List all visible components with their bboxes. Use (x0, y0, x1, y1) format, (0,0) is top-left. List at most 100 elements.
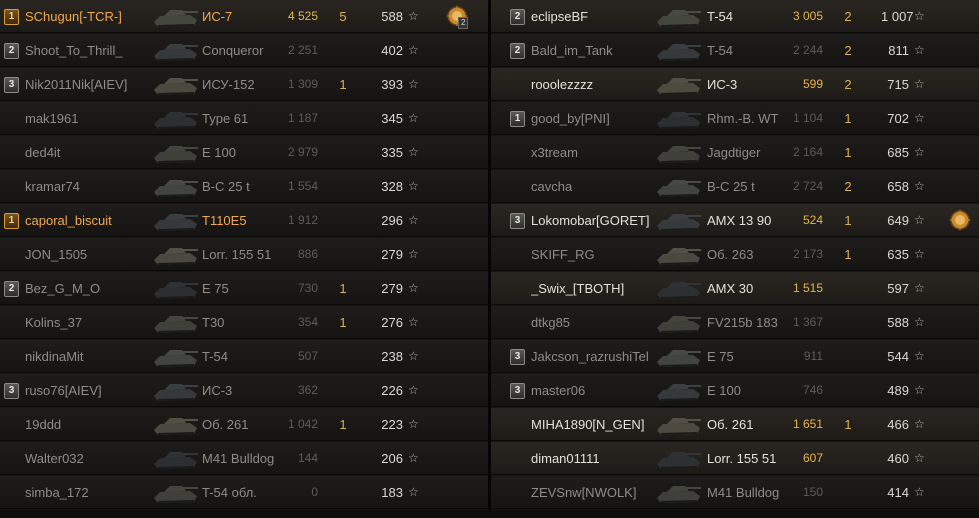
player-row[interactable]: 3 Nik2011Nik[AIEV] ИСУ-152 1 309 1 393 ☆ (0, 68, 488, 101)
damage-value: 1 104 (792, 111, 823, 125)
tank-silhouette-icon (150, 478, 200, 506)
tank-silhouette-icon (150, 172, 200, 200)
star-icon: ☆ (408, 383, 419, 397)
vehicle-name: E 75 (707, 349, 734, 364)
tank-silhouette-icon (150, 308, 200, 336)
damage-value: 2 979 (287, 145, 318, 159)
platoon-badge-icon: 3 (510, 383, 525, 399)
star-icon: ☆ (408, 43, 419, 57)
score-points: 345 (381, 111, 403, 126)
player-row[interactable]: SKIFF_RG Об. 263 2 173 1 635 ☆ (491, 238, 979, 271)
player-row[interactable]: ded4it E 100 2 979 335 ☆ (0, 136, 488, 169)
player-row[interactable]: 2 Shoot_To_Thrill_ Conqueror 2 251 402 ☆ (0, 34, 488, 67)
player-row[interactable]: 2 Bald_im_Tank T-54 2 244 2 811 ☆ (491, 34, 979, 67)
score-points: 206 (381, 451, 403, 466)
damage-value: 599 (802, 77, 823, 91)
player-row[interactable]: cavcha B-C 25 t2 724 2 658 ☆ (491, 170, 979, 203)
player-row[interactable]: 3 ruso76[AIEV] ИС-3 362 226 ☆ (0, 374, 488, 407)
player-row[interactable]: MIHA1890[N_GEN] Об. 261 1 651 1 466 ☆ (491, 408, 979, 441)
damage-value: 507 (297, 349, 318, 363)
vehicle-name: Type 61 (202, 111, 249, 126)
star-icon: ☆ (408, 281, 419, 295)
score-points: 811 (888, 43, 909, 58)
player-row[interactable]: simba_172 T-54 обл. 0 183 ☆ (0, 476, 488, 509)
left-team-panel: 1 SChugun[-TCR-] ИС-7 4 525 5 588 ☆ 2 2 Shoot_To_… (0, 0, 488, 510)
tank-silhouette-icon (653, 342, 703, 370)
star-icon: ☆ (914, 111, 925, 125)
kills-count: 2 (844, 179, 852, 194)
vehicle-name: Lorr. 155 51 (202, 247, 272, 262)
star-icon: ☆ (914, 247, 925, 261)
damage-value: 524 (802, 213, 823, 227)
score-points: 183 (381, 485, 403, 500)
score-points: 328 (381, 179, 403, 194)
kills-count: 1 (339, 417, 347, 432)
damage-value: 1 651 (792, 417, 823, 431)
player-row[interactable]: 2 eclipseBF T-54 3 005 2 1 007 ☆ (491, 0, 979, 33)
score-points: 393 (381, 77, 403, 92)
tank-silhouette-icon (150, 70, 200, 98)
player-row[interactable]: diman01111 Lorr. 155 51 607 460 ☆ (491, 442, 979, 475)
player-row[interactable]: 1 SChugun[-TCR-] ИС-7 4 525 5 588 ☆ 2 (0, 0, 488, 33)
star-icon: ☆ (408, 77, 419, 91)
player-row[interactable]: dtkg85 FV215b 183 1 367 588 ☆ (491, 306, 979, 339)
star-icon: ☆ (408, 349, 419, 363)
star-icon: ☆ (408, 179, 419, 193)
star-icon: ☆ (914, 145, 925, 159)
player-row[interactable]: nikdinaMit T-54 507 238 ☆ (0, 340, 488, 373)
player-row[interactable]: _Swix_[TBOTH] AMX 30 1 515 597 ☆ (491, 272, 979, 305)
platoon-badge-icon: 3 (510, 213, 525, 229)
player-row[interactable]: 1 good_by[PNI] Rhm.-B. WT 1 104 1 702 ☆ (491, 102, 979, 135)
player-row[interactable]: Kolins_37 T30 354 1 276 ☆ (0, 306, 488, 339)
star-icon: ☆ (914, 349, 925, 363)
player-row[interactable]: 1 caporal_biscuit T110E5 1 912 296 ☆ (0, 204, 488, 237)
kills-count: 1 (844, 145, 852, 160)
platoon-badge-icon: 2 (510, 9, 525, 25)
player-row[interactable]: mak1961 Type 61 1 187 345 ☆ (0, 102, 488, 135)
platoon-badge-icon: 2 (4, 281, 19, 297)
player-row[interactable]: rooolezzzz ИС-3 599 2 715 ☆ (491, 68, 979, 101)
player-row[interactable]: 19ddd Об. 261 1 042 1 223 ☆ (0, 408, 488, 441)
player-row[interactable]: 3 Jakcson_razrushiTel E 75 911 544 ☆ (491, 340, 979, 373)
damage-value: 0 (311, 485, 318, 499)
damage-value: 4 525 (287, 9, 318, 23)
star-icon: ☆ (914, 451, 925, 465)
player-row[interactable]: JON_1505 Lorr. 155 51 886 279 ☆ (0, 238, 488, 271)
score-points: 1 007 (881, 9, 914, 24)
vehicle-name: ИСУ-152 (202, 77, 255, 92)
vehicle-name: Conqueror (202, 43, 264, 58)
platoon-badge-icon: 2 (510, 43, 525, 59)
player-row[interactable]: x3tream Jagdtiger 2 164 1 685 ☆ (491, 136, 979, 169)
damage-value: 730 (297, 281, 318, 295)
kills-count: 1 (339, 77, 347, 92)
damage-value: 144 (297, 451, 318, 465)
tank-silhouette-icon (653, 240, 703, 268)
vehicle-name: T110E5 (202, 213, 247, 228)
star-icon: ☆ (408, 485, 419, 499)
player-row[interactable]: kramar74 B-C 25 t1 554 328 ☆ (0, 170, 488, 203)
tank-silhouette-icon (653, 36, 703, 64)
damage-value: 2 173 (792, 247, 823, 261)
platoon-badge-icon: 1 (4, 9, 19, 25)
medal-count-badge: 2 (458, 17, 469, 29)
vehicle-name: ИС-3 (707, 77, 738, 92)
player-row[interactable]: 3 Lokomobar[GORET] AMX 13 90 524 1 649 ☆ (491, 204, 979, 237)
player-row[interactable]: ZEVSnw[NWOLK] M41 Bulldog 150 414 ☆ (491, 476, 979, 509)
tank-silhouette-icon (150, 2, 200, 30)
damage-value: 1 309 (287, 77, 318, 91)
tank-silhouette-icon (653, 104, 703, 132)
score-points: 279 (381, 247, 403, 262)
tank-silhouette-icon (150, 104, 200, 132)
player-row[interactable]: 2 Bez_G_M_O E 75 730 1 279 ☆ (0, 272, 488, 305)
platoon-badge-icon: 3 (4, 383, 19, 399)
damage-value: 3 005 (792, 9, 823, 23)
vehicle-name: B-C 25 t (707, 179, 755, 194)
damage-value: 150 (802, 485, 823, 499)
star-icon: ☆ (408, 451, 419, 465)
vehicle-name: Об. 261 (707, 417, 754, 432)
star-icon: ☆ (408, 315, 419, 329)
player-row[interactable]: 3 master06 E 100 746 489 ☆ (491, 374, 979, 407)
ace-medal-icon[interactable] (947, 207, 973, 233)
player-row[interactable]: Walter032 M41 Bulldog 144 206 ☆ (0, 442, 488, 475)
vehicle-name: T-54 (707, 43, 734, 58)
